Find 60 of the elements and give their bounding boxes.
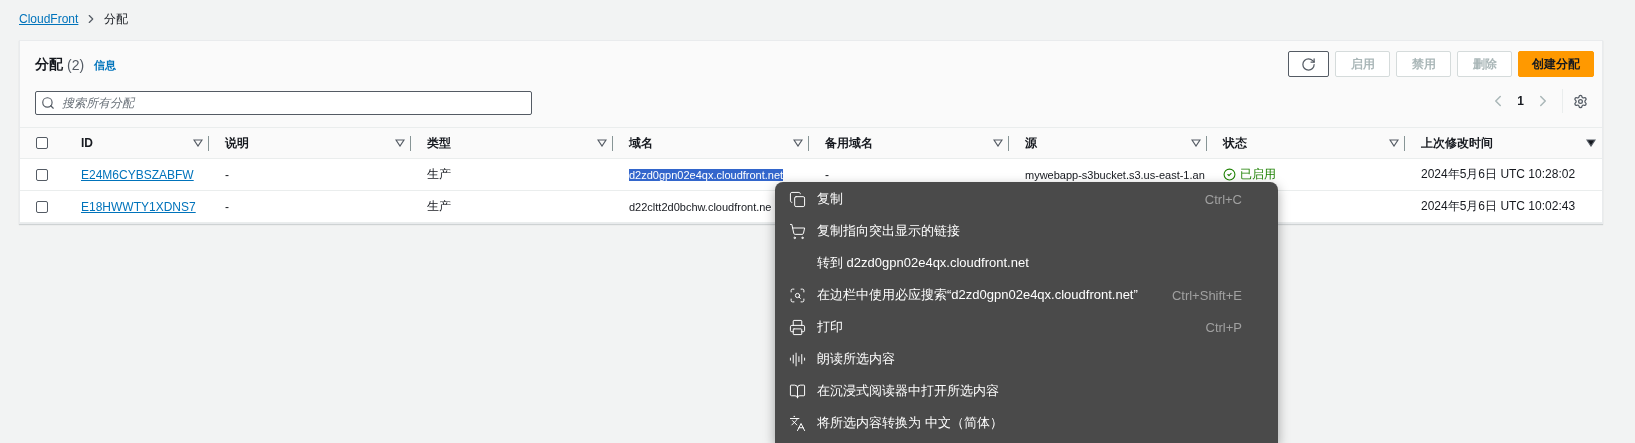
menu-item[interactable]: 复制 Ctrl+C	[775, 183, 1278, 215]
sort-icon[interactable]	[395, 139, 405, 147]
sort-icon[interactable]	[993, 139, 1003, 147]
create-button[interactable]: 创建分配	[1518, 51, 1594, 77]
menu-item[interactable]: 朗读所选内容	[775, 343, 1278, 375]
select-all-checkbox[interactable]	[36, 137, 48, 149]
table-cell: d22cltt2d0bchw.cloudfront.ne	[629, 200, 772, 213]
menu-item[interactable]: 转到 d2zd0gpn02e4qx.cloudfront.net	[775, 247, 1278, 279]
breadcrumb-current: 分配	[104, 10, 129, 28]
book-icon	[789, 382, 806, 400]
printer-icon	[789, 318, 806, 336]
distribution-id-link[interactable]: E18HWWTY1XDNS7	[81, 199, 196, 214]
copy-icon	[789, 190, 806, 208]
column-header[interactable]: 说明	[225, 134, 249, 152]
settings-icon[interactable]	[1573, 93, 1588, 109]
table-cell: -	[225, 167, 229, 182]
column-header[interactable]: 源	[1025, 134, 1037, 152]
info-link[interactable]: 信息	[94, 57, 117, 73]
menu-item[interactable]: 在边栏中使用必应搜索“d2zd0gpn02e4qx.cloudfront.net” Ctrl+Shift+E	[775, 279, 1278, 311]
column-header[interactable]: 备用域名	[825, 134, 873, 152]
column-header[interactable]: 上次修改时间	[1421, 134, 1493, 152]
search-field[interactable]: 搜索所有分配	[35, 91, 532, 115]
sort-icon[interactable]	[793, 139, 803, 147]
table-cell: -	[225, 199, 229, 214]
refresh-button[interactable]	[1288, 51, 1329, 77]
column-header[interactable]: 域名	[629, 134, 653, 152]
cart-icon	[789, 222, 806, 240]
sort-icon[interactable]	[193, 139, 203, 147]
item-count: (2)	[67, 57, 85, 73]
row-checkbox[interactable]	[36, 168, 48, 181]
column-header[interactable]: 状态	[1223, 134, 1247, 152]
table-cell: d2zd0gpn02e4qx.cloudfront.net	[629, 168, 784, 181]
row-checkbox[interactable]	[36, 200, 48, 213]
table-cell: 生产	[427, 166, 451, 183]
distribution-id-link[interactable]: E24M6CYBSZABFW	[81, 167, 194, 182]
sort-icon[interactable]	[597, 139, 607, 147]
search-icon	[789, 286, 806, 304]
refresh-icon	[1301, 56, 1316, 72]
table-cell: -	[825, 167, 829, 182]
column-header[interactable]: ID	[81, 136, 93, 150]
page-number[interactable]: 1	[1517, 94, 1524, 108]
status-label: 已启用	[1223, 166, 1276, 183]
sound-wave-icon	[789, 350, 806, 368]
table-cell: mywebapp-s3bucket.s3.us-east-1.an	[1025, 168, 1205, 181]
menu-item[interactable]: 复制指向突出显示的链接	[775, 215, 1278, 247]
menu-item[interactable]: 在沉浸式阅读器中打开所选内容	[775, 375, 1278, 407]
sort-descending-icon[interactable]	[1586, 139, 1596, 147]
search-icon	[41, 96, 55, 110]
translate-icon	[789, 414, 806, 432]
check-circle-icon	[1223, 168, 1236, 181]
panel-title: 分配	[35, 56, 63, 74]
menu-item[interactable]: 将所选内容转换为 中文（简体）	[775, 407, 1278, 439]
column-header[interactable]: 类型	[427, 134, 451, 152]
sort-icon[interactable]	[1389, 139, 1399, 147]
table-cell: 2024年5月6日 UTC 10:02:43	[1421, 198, 1576, 215]
sort-icon[interactable]	[1191, 139, 1201, 147]
breadcrumb-link[interactable]: CloudFront	[19, 12, 79, 26]
table-cell: 生产	[427, 198, 451, 215]
table-cell: 2024年5月6日 UTC 10:28:02	[1421, 166, 1576, 183]
menu-item[interactable]: 打印 Ctrl+P	[775, 311, 1278, 343]
